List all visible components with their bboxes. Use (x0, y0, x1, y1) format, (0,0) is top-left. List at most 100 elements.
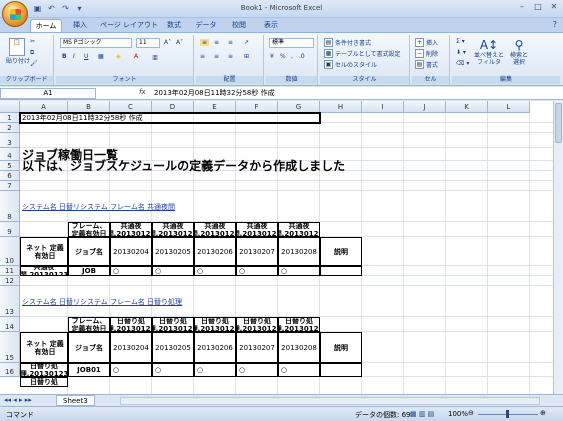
section2-frame-col[interactable]: 日替り処理.20130123 (278, 317, 320, 332)
grow-font-icon[interactable]: A˄ (164, 39, 171, 46)
section2-title[interactable]: システム名 日替リシステム フレーム名 日替り処理 (20, 286, 420, 317)
merge-icon[interactable]: ⊞ (244, 53, 249, 60)
section1-frame-col[interactable]: 共通夜間.20130123 (110, 222, 152, 237)
tab-view[interactable]: 表示 (258, 19, 284, 32)
customize-qat-icon[interactable]: ▾ (74, 3, 85, 14)
section1-desc[interactable]: 説明 (320, 237, 362, 266)
section2-date[interactable]: 20130208 (278, 332, 320, 363)
section2-date[interactable]: 20130205 (152, 332, 194, 363)
section2-row-label[interactable]: 日替り処理.20130123 (20, 363, 68, 377)
section1-mark[interactable]: ○ (152, 266, 194, 276)
font-size-select[interactable]: 11 (136, 38, 160, 48)
tab-review[interactable]: 校閲 (226, 19, 252, 32)
section2-mark[interactable]: ○ (152, 363, 194, 377)
align-center-icon[interactable]: ≡ (214, 53, 219, 60)
cell-style-button[interactable]: ▣ セルのスタイル (324, 60, 377, 69)
percent-icon[interactable]: % (280, 53, 286, 60)
sheet-nav-icon[interactable]: ◂◂ ◂ ▸ ▸▸ (4, 396, 32, 404)
section1-desc-value[interactable] (320, 266, 362, 276)
section1-frame-col[interactable]: 共通夜間.20130123 (236, 222, 278, 237)
row-header[interactable]: 6 (0, 171, 20, 181)
section1-date[interactable]: 20130204 (110, 237, 152, 266)
row-header[interactable]: 12 (0, 276, 20, 286)
section1-mark[interactable]: ○ (278, 266, 320, 276)
comma-icon[interactable]: , (291, 53, 293, 60)
section1-mark[interactable]: ○ (236, 266, 278, 276)
orientation-icon[interactable]: ↗ (244, 39, 249, 46)
section2-net-label[interactable]: ネット 定義有効日 (20, 332, 68, 363)
row-header[interactable]: 15 (0, 332, 20, 363)
column-header[interactable]: J (404, 101, 446, 113)
row-header[interactable]: 2 (0, 123, 20, 133)
copy-icon[interactable]: ⧉ (30, 49, 34, 57)
section1-job-label[interactable]: ジョブ名 (68, 237, 110, 266)
cell-a1-created[interactable]: 2013年02月08日11時32分58秒 作成 (19, 112, 321, 124)
align-left-icon[interactable]: ≡ (200, 53, 205, 60)
section1-frame-col[interactable]: 共通夜間.20130123 (278, 222, 320, 237)
section2-date[interactable]: 20130204 (110, 332, 152, 363)
section1-date[interactable]: 20130208 (278, 237, 320, 266)
sort-filter-button[interactable]: A↕ 並べ替えと フィルタ (474, 38, 504, 66)
view-mode-icons[interactable]: ▦ ▥ ▤ (410, 410, 434, 418)
select-all-corner[interactable] (0, 101, 20, 113)
zoom-level[interactable]: 100% (448, 410, 468, 418)
office-button[interactable] (2, 1, 28, 27)
section1-frame-header[interactable]: フレーム、定義有効日 (68, 222, 110, 237)
help-icon[interactable]: ? (553, 20, 557, 29)
align-right-icon[interactable]: ≡ (228, 53, 233, 60)
section1-net-label[interactable]: ネット 定義有効日 (20, 237, 68, 266)
fill-icon[interactable]: ⬇ ▾ (456, 49, 466, 56)
row-header[interactable]: 9 (0, 222, 20, 237)
font-name-select[interactable]: MS Pゴシック (60, 38, 132, 48)
zoom-slider-thumb[interactable] (506, 410, 509, 418)
fx-icon[interactable]: fx (139, 88, 146, 96)
horizontal-scrollbar[interactable] (120, 397, 540, 405)
row-header[interactable]: 7 (0, 181, 20, 191)
section1-row-label[interactable]: 共通夜間.20130123 (20, 266, 68, 276)
column-header[interactable]: E (194, 101, 236, 113)
row-header[interactable]: 16 (0, 363, 20, 377)
tab-formulas[interactable]: 数式 (162, 19, 186, 32)
tab-home[interactable]: ホーム (30, 19, 62, 32)
shrink-font-icon[interactable]: A˅ (176, 39, 183, 46)
phonetic-icon[interactable]: 亜 (152, 53, 158, 62)
column-header[interactable]: L (488, 101, 530, 113)
row-header[interactable]: 11 (0, 266, 20, 276)
section2-mark[interactable]: ○ (194, 363, 236, 377)
section2-frame-col[interactable]: 日替り処理.20130123 (152, 317, 194, 332)
row-header[interactable]: 8 (0, 191, 20, 222)
fill-color-icon[interactable]: ◈ (116, 53, 121, 60)
format-cells-button[interactable]: ▤ 書式 (415, 60, 438, 69)
save-icon[interactable]: ▣ (32, 3, 43, 14)
section1-frame-col[interactable]: 共通夜間.20130123 (194, 222, 236, 237)
autosum-icon[interactable]: Σ ▾ (456, 38, 465, 45)
section1-title[interactable]: システム名 日替リシステム フレーム名 共通夜間 (20, 191, 420, 222)
align-bottom-icon[interactable]: ≡ (228, 39, 233, 46)
align-middle-icon[interactable]: ≡ (214, 39, 219, 46)
minimize-icon[interactable]: – (517, 2, 527, 12)
section2-frame-col[interactable]: 日替り処理.20130123 (236, 317, 278, 332)
column-header[interactable]: I (362, 101, 404, 113)
row-header[interactable]: 13 (0, 286, 20, 317)
section2-desc[interactable]: 説明 (320, 332, 362, 363)
section2-mark[interactable]: ○ (110, 363, 152, 377)
column-header[interactable]: H (320, 101, 362, 113)
row-header[interactable]: 10 (0, 237, 20, 266)
sheet-tab-sheet3[interactable]: Sheet3 (56, 395, 95, 406)
cut-icon[interactable]: ✂ (30, 38, 35, 45)
section2-mark[interactable]: ○ (278, 363, 320, 377)
section1-date[interactable]: 20130206 (194, 237, 236, 266)
column-header[interactable]: A (20, 101, 68, 113)
delete-cells-button[interactable]: − 削除 (415, 49, 438, 58)
find-select-button[interactable]: ⚲ 検索と 選択 (510, 38, 528, 66)
italic-button[interactable]: I (73, 53, 75, 60)
column-header[interactable]: K (446, 101, 488, 113)
cell-a4-subtitle[interactable]: 以下は、ジョブスケジュールの定義データから作成しました (20, 160, 420, 172)
number-format-select[interactable]: 標準 (269, 38, 314, 48)
clear-icon[interactable]: ⌫ ▾ (456, 60, 469, 67)
column-header[interactable]: B (68, 101, 110, 113)
undo-icon[interactable]: ↶ (46, 3, 57, 14)
format-table-button[interactable]: ▦ テーブルとして書式設定 (324, 49, 400, 58)
font-color-icon[interactable]: A (134, 53, 138, 60)
row-header[interactable]: 4 (0, 148, 20, 161)
